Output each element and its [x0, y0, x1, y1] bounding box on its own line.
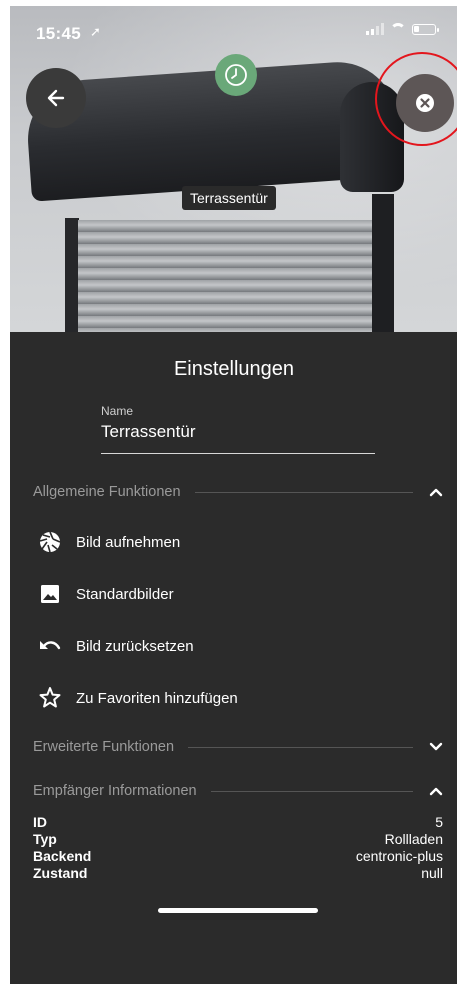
info-key: Typ	[33, 831, 57, 847]
default-images-item[interactable]: Standardbilder	[38, 580, 174, 608]
section-divider	[188, 746, 413, 748]
clock-icon	[225, 64, 247, 86]
info-row-state: Zustand null	[33, 865, 443, 882]
device-photo: Terrassentür 15:45 ➚	[10, 6, 457, 332]
section-advanced-header[interactable]: Erweiterte Funktionen	[33, 736, 443, 758]
status-bar: 15:45 ➚	[10, 6, 457, 50]
info-row-type: Typ Rollladen	[33, 831, 443, 848]
add-favorite-item[interactable]: Zu Favoriten hinzufügen	[38, 684, 238, 712]
info-key: ID	[33, 814, 47, 830]
section-advanced-label: Erweiterte Funktionen	[33, 739, 175, 755]
info-value: null	[421, 865, 443, 881]
wifi-icon	[390, 23, 406, 35]
arrow-left-icon	[47, 89, 65, 107]
chevron-down-icon	[429, 740, 443, 754]
device-label: Terrassentür	[182, 186, 276, 210]
shutter-rail-left	[65, 218, 79, 332]
info-value: centronic-plus	[355, 848, 443, 864]
chevron-up-icon	[429, 485, 443, 499]
default-images-label: Standardbilder	[76, 585, 174, 603]
reset-image-item[interactable]: Bild zurücksetzen	[38, 632, 194, 660]
shutter-slats	[78, 220, 374, 332]
undo-icon	[38, 634, 62, 658]
settings-sheet: Einstellungen Name Terrassentür Allgemei…	[10, 332, 457, 984]
battery-icon	[412, 23, 439, 35]
signal-icon	[366, 23, 384, 35]
take-photo-label: Bild aufnehmen	[76, 533, 181, 551]
timer-button[interactable]	[215, 54, 257, 96]
section-general-header[interactable]: Allgemeine Funktionen	[33, 481, 443, 503]
back-button[interactable]	[26, 68, 86, 128]
shutter-rail-right	[372, 194, 394, 332]
image-icon	[38, 582, 62, 606]
info-value: Rollladen	[384, 831, 443, 847]
info-key: Zustand	[33, 865, 88, 881]
app-screen: Terrassentür 15:45 ➚ Einstellungen Name …	[10, 6, 457, 984]
reset-image-label: Bild zurücksetzen	[76, 637, 194, 655]
camera-shutter-icon	[38, 530, 62, 554]
section-divider	[210, 790, 413, 792]
chevron-up-icon	[429, 784, 443, 798]
status-time: 15:45	[36, 24, 81, 43]
name-field-label: Name	[101, 404, 134, 418]
section-general-label: Allgemeine Funktionen	[33, 484, 181, 500]
section-receiver-label: Empfänger Informationen	[33, 783, 197, 799]
home-indicator[interactable]	[158, 908, 318, 913]
receiver-info-table: ID 5 Typ Rollladen Backend centronic-plu…	[33, 814, 443, 882]
info-row-id: ID 5	[33, 814, 443, 831]
info-row-backend: Backend centronic-plus	[33, 848, 443, 865]
settings-title: Einstellungen	[173, 358, 295, 380]
name-field-underline	[101, 453, 375, 454]
section-divider	[194, 491, 413, 493]
star-outline-icon	[38, 686, 62, 710]
location-arrow-icon: ➚	[90, 24, 101, 39]
section-receiver-header[interactable]: Empfänger Informationen	[33, 780, 443, 802]
info-key: Backend	[33, 848, 92, 864]
name-field[interactable]: Terrassentür	[101, 422, 195, 442]
info-value: 5	[435, 814, 443, 830]
take-photo-item[interactable]: Bild aufnehmen	[38, 528, 180, 556]
add-favorite-label: Zu Favoriten hinzufügen	[76, 689, 238, 707]
